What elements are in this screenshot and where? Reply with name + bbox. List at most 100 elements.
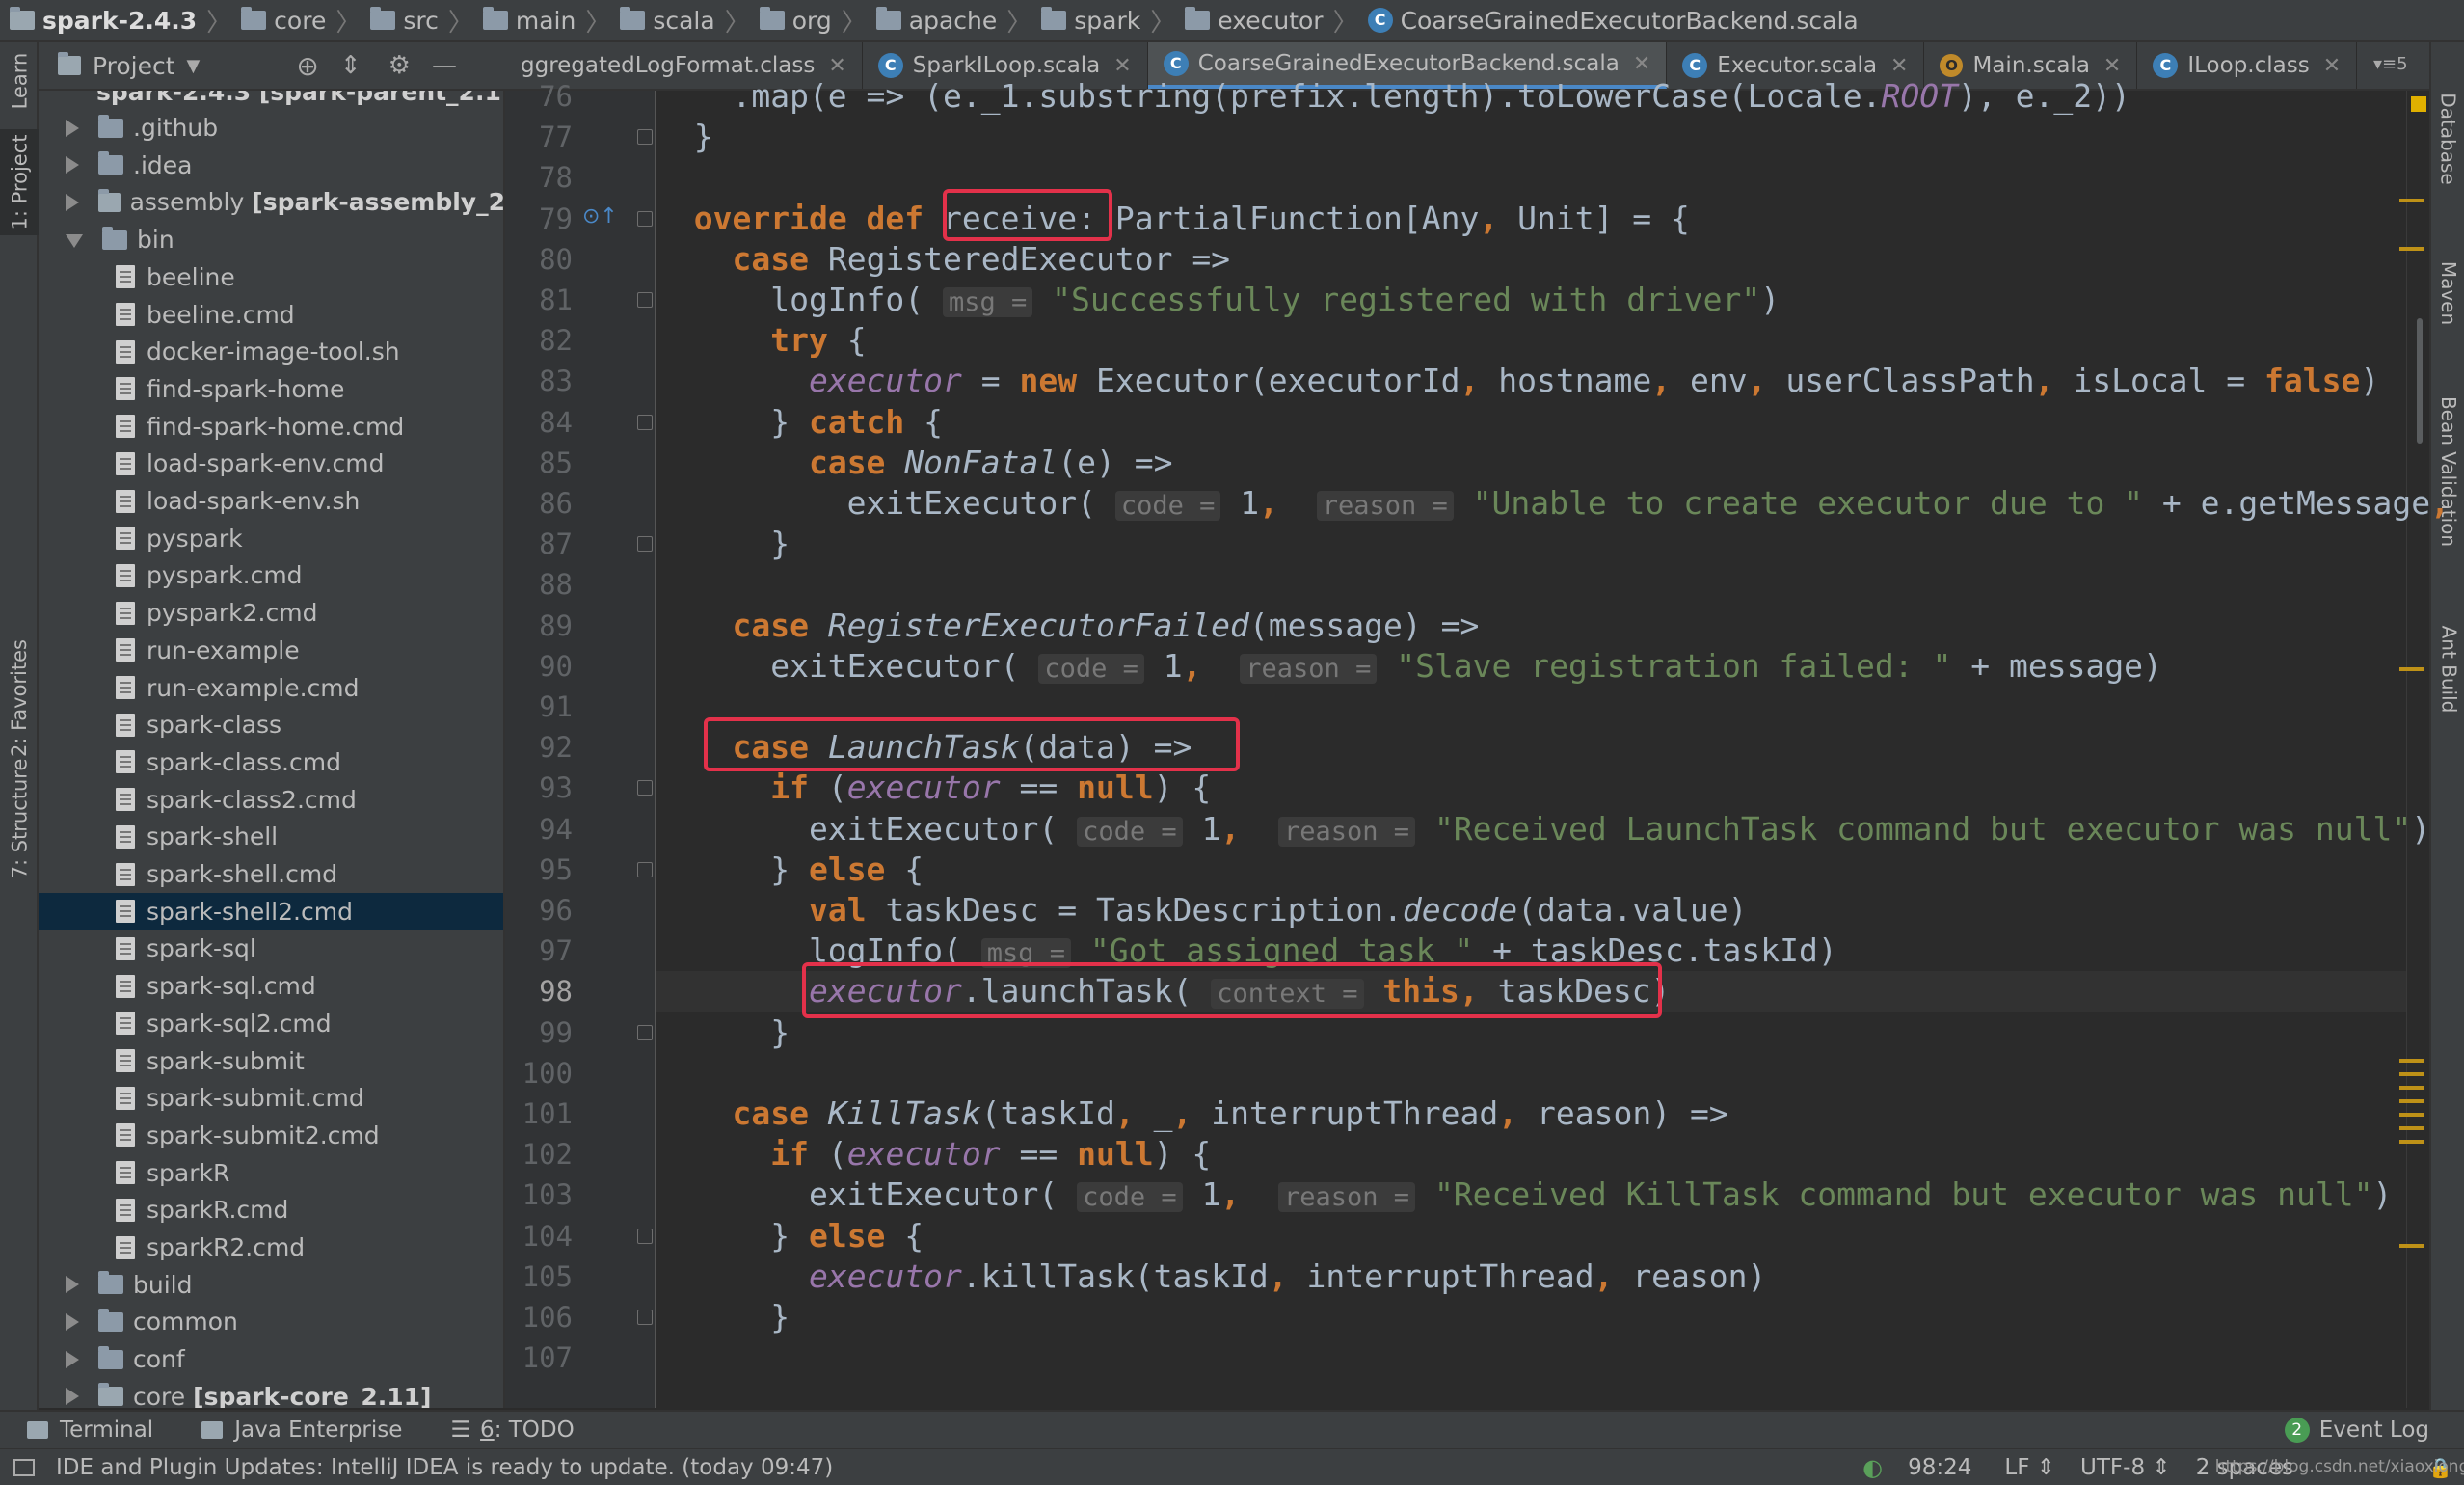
code-line[interactable]: } bbox=[656, 117, 2406, 157]
tree-file-item[interactable]: beeline bbox=[39, 258, 503, 295]
tree-file-item[interactable]: load-spark-env.cmd bbox=[39, 446, 503, 482]
tree-folder-item[interactable]: common bbox=[39, 1304, 503, 1340]
code-line[interactable]: } bbox=[656, 524, 2406, 564]
todo-tool-button[interactable]: ☰ 6: TODO bbox=[450, 1418, 574, 1443]
close-icon[interactable]: ✕ bbox=[1113, 54, 1131, 78]
breadcrumb-item[interactable]: spark 〉 bbox=[1041, 0, 1185, 40]
code-line[interactable]: case RegisteredExecutor => bbox=[656, 239, 2406, 280]
tree-folder-item[interactable]: .idea bbox=[39, 147, 503, 183]
scrollbar-thumb[interactable] bbox=[2417, 318, 2423, 444]
code-line[interactable]: } else { bbox=[656, 850, 2406, 890]
collapse-arrow-icon[interactable] bbox=[66, 1312, 79, 1331]
collapse-arrow-icon[interactable] bbox=[66, 1388, 79, 1406]
bean-validation-tool-tab[interactable]: Bean Validation bbox=[2431, 361, 2464, 582]
fold-marker-icon[interactable] bbox=[637, 1310, 653, 1325]
line-separator[interactable]: LF ⇕ bbox=[2004, 1455, 2055, 1480]
hide-icon[interactable]: — bbox=[432, 51, 457, 80]
code-line[interactable] bbox=[656, 1337, 2406, 1378]
fold-marker-icon[interactable] bbox=[637, 129, 653, 146]
expand-arrow-icon[interactable] bbox=[66, 233, 83, 248]
tree-folder-item[interactable]: bin bbox=[39, 222, 503, 258]
indent-setting[interactable]: 2 spaceshttps://blog.csdn.net/xiaoxiongz… bbox=[2196, 1455, 2464, 1480]
fold-marker-icon[interactable] bbox=[637, 292, 653, 308]
code-line[interactable]: exitExecutor( code = 1, reason = "Receiv… bbox=[656, 1174, 2406, 1215]
terminal-tool-button[interactable]: Terminal bbox=[27, 1418, 153, 1443]
editor-scrollbar[interactable] bbox=[2406, 91, 2429, 1408]
tree-file-item[interactable]: sparkR bbox=[39, 1154, 503, 1191]
tree-folder-item[interactable]: conf bbox=[39, 1341, 503, 1378]
code-line[interactable]: } bbox=[656, 1297, 2406, 1337]
breadcrumb-item[interactable]: apache 〉 bbox=[875, 0, 1042, 40]
tree-file-item[interactable]: run-example.cmd bbox=[39, 669, 503, 706]
collapse-arrow-icon[interactable] bbox=[66, 193, 79, 211]
code-line[interactable]: try { bbox=[656, 320, 2406, 361]
breadcrumb-item[interactable]: C CoarseGrainedExecutorBackend.scala bbox=[1367, 0, 1859, 40]
maven-tool-tab[interactable]: Maven bbox=[2431, 235, 2464, 351]
breadcrumb-item[interactable]: src 〉 bbox=[370, 0, 483, 40]
favorites-tool-tab[interactable]: 2: Favorites bbox=[0, 639, 39, 757]
code-line[interactable]: val taskDesc = TaskDescription.decode(da… bbox=[656, 890, 2406, 931]
code-line[interactable]: exitExecutor( code = 1, reason = "Slave … bbox=[656, 646, 2406, 687]
code-line[interactable]: } bbox=[656, 1012, 2406, 1053]
tree-file-item[interactable]: run-example bbox=[39, 632, 503, 668]
tree-file-item[interactable]: spark-sql2.cmd bbox=[39, 1005, 503, 1041]
tree-folder-item[interactable]: .github bbox=[39, 110, 503, 147]
learn-tool-tab[interactable]: Learn bbox=[0, 42, 39, 120]
code-line[interactable]: logInfo( msg = "Successfully registered … bbox=[656, 280, 2406, 320]
database-tool-tab[interactable]: Database bbox=[2431, 71, 2464, 206]
tree-root-row[interactable]: spark-2.4.3 [spark-parent_2.11 bbox=[39, 91, 503, 110]
tree-file-item[interactable]: spark-class bbox=[39, 707, 503, 743]
close-icon[interactable]: ✕ bbox=[828, 54, 845, 78]
code-line[interactable]: override def receive: PartialFunction[An… bbox=[656, 199, 2406, 239]
tree-file-item[interactable]: find-spark-home.cmd bbox=[39, 408, 503, 445]
code-line[interactable] bbox=[656, 564, 2406, 605]
tree-file-item[interactable]: spark-shell2.cmd bbox=[39, 893, 503, 931]
tree-file-item[interactable]: pyspark2.cmd bbox=[39, 595, 503, 632]
code-line[interactable]: case RegisterExecutorFailed(message) => bbox=[656, 606, 2406, 646]
tree-file-item[interactable]: pyspark bbox=[39, 520, 503, 556]
code-line[interactable]: case KillTask(taskId, _, interruptThread… bbox=[656, 1094, 2406, 1134]
close-icon[interactable]: ✕ bbox=[1633, 52, 1650, 76]
code-line[interactable]: } catch { bbox=[656, 402, 2406, 443]
tree-file-item[interactable]: spark-shell.cmd bbox=[39, 856, 503, 893]
close-icon[interactable]: ✕ bbox=[1890, 54, 1908, 78]
tree-file-item[interactable]: docker-image-tool.sh bbox=[39, 334, 503, 370]
override-marker-icon[interactable]: ⊙↑ bbox=[582, 204, 618, 229]
code-line[interactable]: executor.killTask(taskId, interruptThrea… bbox=[656, 1256, 2406, 1297]
code-line[interactable]: executor = new Executor(executorId, host… bbox=[656, 361, 2406, 401]
tree-file-item[interactable]: pyspark.cmd bbox=[39, 557, 503, 594]
fold-marker-icon[interactable] bbox=[637, 1024, 653, 1040]
tree-file-item[interactable]: load-spark-env.sh bbox=[39, 483, 503, 520]
tree-file-item[interactable]: spark-sql bbox=[39, 931, 503, 967]
chevron-down-icon[interactable]: ▼ bbox=[187, 56, 201, 76]
collapse-arrow-icon[interactable] bbox=[66, 156, 79, 175]
tab-overflow-menu[interactable]: ▾≡5 bbox=[2373, 54, 2408, 74]
fold-marker-icon[interactable] bbox=[637, 861, 653, 878]
code-line[interactable]: if (executor == null) { bbox=[656, 768, 2406, 808]
breadcrumb-item[interactable]: scala 〉 bbox=[620, 0, 759, 40]
ant-build-tool-tab[interactable]: Ant Build bbox=[2431, 602, 2464, 737]
caret-position[interactable]: 98:24 bbox=[1908, 1455, 1971, 1480]
collapse-arrow-icon[interactable] bbox=[66, 1276, 79, 1294]
code-line[interactable]: case NonFatal(e) => bbox=[656, 443, 2406, 483]
tree-file-item[interactable]: spark-class2.cmd bbox=[39, 781, 503, 818]
close-icon[interactable]: ✕ bbox=[2103, 54, 2121, 78]
code-line[interactable]: exitExecutor( code = 1, reason = "Receiv… bbox=[656, 809, 2430, 850]
breadcrumb-item[interactable]: org 〉 bbox=[759, 0, 876, 40]
status-message[interactable]: IDE and Plugin Updates: IntelliJ IDEA is… bbox=[56, 1455, 833, 1480]
close-icon[interactable]: ✕ bbox=[2323, 54, 2341, 78]
tree-folder-item[interactable]: core [spark-core_2.11] bbox=[39, 1378, 503, 1408]
code-line[interactable] bbox=[656, 157, 2406, 198]
java-enterprise-tool-button[interactable]: Java Enterprise bbox=[201, 1418, 402, 1443]
file-encoding[interactable]: UTF-8 ⇕ bbox=[2080, 1455, 2171, 1480]
fold-marker-icon[interactable] bbox=[637, 414, 653, 430]
collapse-all-icon[interactable]: ⇕ bbox=[340, 51, 362, 80]
structure-tool-tab[interactable]: 7: Structure bbox=[0, 759, 39, 879]
tree-file-item[interactable]: spark-submit2.cmd bbox=[39, 1117, 503, 1153]
gear-icon[interactable]: ⚙ bbox=[388, 51, 411, 80]
inspection-icon[interactable]: ◐ bbox=[1862, 1454, 1883, 1481]
fold-marker-icon[interactable] bbox=[637, 780, 653, 796]
breadcrumb-item[interactable]: executor 〉 bbox=[1185, 0, 1367, 40]
collapse-arrow-icon[interactable] bbox=[66, 1350, 79, 1368]
tree-file-item[interactable]: spark-shell bbox=[39, 819, 503, 855]
